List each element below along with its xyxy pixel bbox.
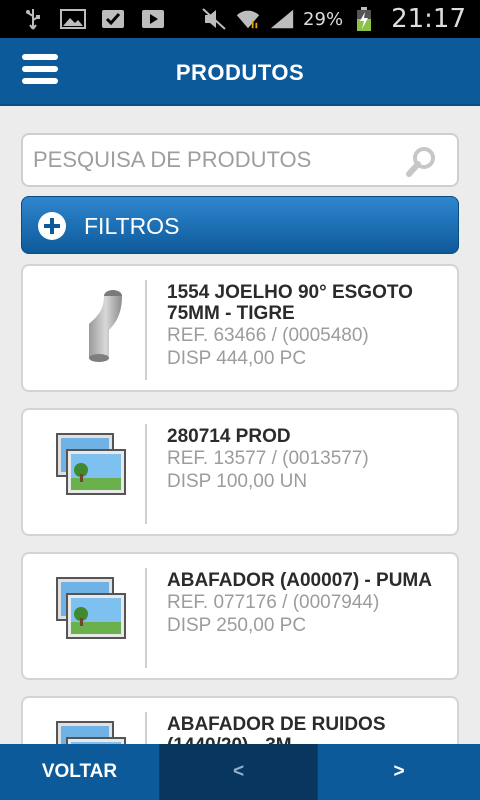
back-button[interactable]: VOLTAR: [0, 744, 160, 800]
pipe-elbow-image: [51, 284, 131, 364]
bottom-nav: VOLTAR < >: [0, 744, 480, 800]
product-card[interactable]: 1554 JOELHO 90° ESGOTO 75MM - TIGRE REF.…: [21, 264, 459, 392]
placeholder-image: [51, 428, 131, 508]
prev-page-button[interactable]: <: [160, 744, 318, 800]
product-ref: REF. 13577 / (0013577): [167, 448, 369, 469]
product-ref: REF. 63466 / (0005480): [167, 325, 369, 346]
product-card[interactable]: 280714 PROD REF. 13577 / (0013577) DISP …: [21, 408, 459, 536]
product-name: 1554 JOELHO 90° ESGOTO 75MM - TIGRE REF.…: [167, 282, 447, 370]
search-input[interactable]: [33, 145, 393, 175]
search-box: [21, 133, 459, 187]
product-stock: DISP 444,00 PC: [167, 348, 307, 369]
battery-percent: 29%: [303, 8, 344, 30]
product-stock: DISP 100,00 UN: [167, 471, 308, 492]
product-card[interactable]: ABAFADOR (A00007) - PUMA REF. 077176 / (…: [21, 552, 459, 680]
placeholder-image: [51, 572, 131, 652]
image-icon: [60, 7, 86, 31]
filters-label: FILTROS: [84, 213, 180, 239]
plus-circle-icon: [38, 212, 66, 240]
usb-icon: [20, 7, 46, 31]
wifi-icon: [235, 7, 261, 31]
product-ref: REF. 077176 / (0007944): [167, 592, 380, 613]
status-bar: 29% 21:17: [0, 0, 480, 38]
product-name: 280714 PROD REF. 13577 / (0013577) DISP …: [167, 426, 447, 493]
page-title: PRODUTOS: [175, 60, 305, 85]
search-icon[interactable]: [405, 145, 439, 179]
mute-icon: [201, 7, 227, 31]
app-header: PRODUTOS: [0, 38, 480, 106]
battery-icon: [351, 7, 377, 31]
play-store-icon: [140, 7, 166, 31]
checkbox-icon: [100, 7, 126, 31]
filters-button[interactable]: FILTROS: [21, 196, 459, 254]
product-stock: DISP 250,00 PC: [167, 615, 307, 636]
signal-icon: [269, 7, 295, 31]
clock: 21:17: [391, 4, 466, 34]
next-page-button[interactable]: >: [318, 744, 480, 800]
product-name: ABAFADOR (A00007) - PUMA REF. 077176 / (…: [167, 570, 447, 637]
